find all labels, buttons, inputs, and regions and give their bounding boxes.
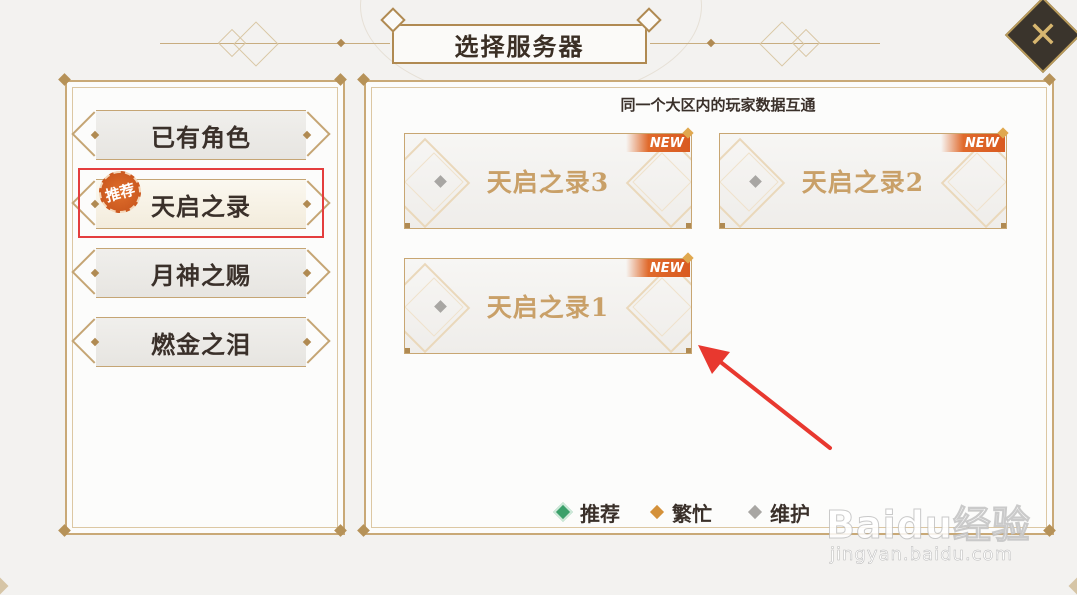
legend-recommended: 推荐 <box>553 498 620 526</box>
legend-maintenance: 维护 <box>747 498 810 526</box>
annotation-arrow <box>698 345 832 450</box>
region-button-existing-characters[interactable]: 已有角色 <box>71 110 331 160</box>
server-name: 天启之录3 <box>486 168 610 197</box>
region-label: 燃金之泪 <box>151 329 251 359</box>
baidu-watermark-logo: Baidu经验 <box>826 503 1031 548</box>
legend-label: 维护 <box>770 501 810 526</box>
close-icon[interactable]: ✕ <box>1016 8 1070 62</box>
region-label: 已有角色 <box>151 122 251 152</box>
new-server-tag: NEW <box>941 134 1005 152</box>
title-ornament-dot <box>706 38 716 48</box>
page-title: 选择服务器 <box>392 24 647 64</box>
new-server-tag: NEW <box>626 134 690 152</box>
region-button-yueshen[interactable]: 月神之赐 <box>71 248 331 298</box>
region-label: 月神之赐 <box>151 260 251 290</box>
annotation-highlight-box <box>78 168 324 238</box>
legend-label: 繁忙 <box>672 501 712 526</box>
title-ornament-dot <box>336 38 346 48</box>
recommended-status-icon <box>553 502 573 522</box>
server-name: 天启之录2 <box>801 168 925 197</box>
page-title-text: 选择服务器 <box>454 31 585 61</box>
baidu-watermark-url: jingyan.baidu.com <box>830 544 1014 566</box>
region-button-ranjin[interactable]: 燃金之泪 <box>71 317 331 367</box>
maintenance-status-icon <box>747 504 763 520</box>
server-name: 天启之录1 <box>486 293 610 322</box>
data-sharing-hint: 同一个大区内的玩家数据互通 <box>620 96 816 114</box>
title-ornament-right-small <box>791 28 821 58</box>
busy-status-icon <box>649 504 665 520</box>
new-server-tag: NEW <box>626 259 690 277</box>
legend-label: 推荐 <box>580 501 620 526</box>
legend-busy: 繁忙 <box>649 498 712 526</box>
